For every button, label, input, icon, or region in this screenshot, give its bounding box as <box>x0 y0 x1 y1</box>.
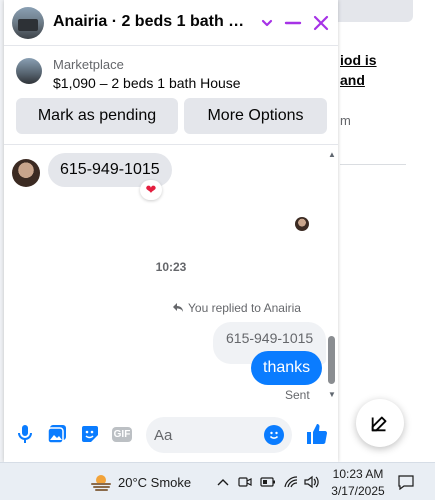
chat-header: Anairia · 2 beds 1 bath House <box>4 0 338 46</box>
chevron-down-icon <box>261 19 273 27</box>
close-button[interactable] <box>310 12 332 34</box>
wifi-icon <box>284 476 298 488</box>
sticker-button[interactable] <box>79 423 101 445</box>
emoji-button[interactable] <box>264 425 284 445</box>
camera-icon <box>238 477 252 487</box>
battery-icon <box>260 477 275 487</box>
sticker-icon <box>82 426 98 442</box>
meet-now-tray[interactable] <box>237 473 253 491</box>
show-hidden-icons-button[interactable] <box>215 473 231 491</box>
minimize-button[interactable] <box>282 12 304 34</box>
battery-tray[interactable] <box>259 473 277 491</box>
chat-window: Anairia · 2 beds 1 bath House Marketplac… <box>4 0 338 462</box>
reply-note: You replied to Anairia <box>172 301 301 315</box>
compose-icon <box>371 416 387 432</box>
background-content <box>338 0 435 462</box>
thumbs-up-icon <box>307 424 328 444</box>
minimize-icon <box>284 21 302 25</box>
reply-icon <box>173 303 183 312</box>
sender-avatar[interactable] <box>12 159 40 187</box>
gif-icon: GIF <box>111 426 133 442</box>
gif-button[interactable]: GIF <box>111 423 133 445</box>
message-status: Sent <box>285 388 310 402</box>
scroll-up-arrow[interactable]: ▲ <box>328 150 336 159</box>
clock-date[interactable]: 3/17/2025 <box>331 484 385 498</box>
wifi-tray[interactable] <box>282 473 300 491</box>
new-message-button[interactable] <box>356 399 404 447</box>
like-button[interactable] <box>304 421 330 447</box>
clock-time[interactable]: 10:23 AM <box>331 467 385 481</box>
message-timestamp: 10:23 <box>155 260 187 274</box>
windows-taskbar: 20°C Smoke 10:23 AM 3/17/2025 <box>0 462 435 500</box>
background-card <box>338 0 413 22</box>
attach-photo-button[interactable] <box>46 423 68 445</box>
reply-note-text: You replied to Anairia <box>188 301 301 315</box>
smoke-weather-icon <box>91 475 111 491</box>
scrollbar-thumb[interactable] <box>328 336 335 384</box>
outgoing-message[interactable]: thanks <box>251 351 323 385</box>
listing-title[interactable]: $1,090 – 2 beds 1 bath House <box>53 75 241 91</box>
background-divider <box>340 164 406 165</box>
listing-thumbnail[interactable] <box>16 58 42 84</box>
heart-icon: ❤ <box>145 182 157 197</box>
message-composer: GIF <box>4 405 338 462</box>
microphone-icon <box>18 425 32 443</box>
speaker-icon <box>304 475 319 489</box>
photo-icon <box>47 425 66 444</box>
chevron-up-icon <box>217 479 229 486</box>
seen-indicator-avatar <box>295 217 309 231</box>
volume-tray[interactable] <box>303 473 321 491</box>
voice-clip-button[interactable] <box>14 423 36 445</box>
notifications-button[interactable] <box>396 473 416 491</box>
more-options-button[interactable]: More Options <box>184 98 327 134</box>
listing-source: Marketplace <box>53 57 124 72</box>
chat-options-button[interactable] <box>256 12 278 34</box>
close-icon <box>313 15 329 31</box>
background-text-3: m <box>340 113 351 128</box>
listing-avatar[interactable] <box>12 7 44 39</box>
background-text-1: iod is <box>340 52 377 68</box>
scroll-down-arrow[interactable]: ▼ <box>328 390 336 399</box>
mark-as-pending-button[interactable]: Mark as pending <box>16 98 178 134</box>
message-input-box[interactable] <box>146 417 292 453</box>
notification-icon <box>398 475 414 490</box>
heart-reaction[interactable]: ❤ <box>140 180 162 200</box>
background-text-2: and <box>340 72 365 88</box>
weather-text[interactable]: 20°C Smoke <box>118 475 191 490</box>
listing-card: Marketplace $1,090 – 2 beds 1 bath House… <box>4 47 338 145</box>
emoji-icon <box>269 431 279 439</box>
weather-widget-icon[interactable] <box>90 472 111 492</box>
message-input[interactable] <box>154 425 262 445</box>
chat-title[interactable]: Anairia · 2 beds 1 bath House <box>53 13 253 31</box>
